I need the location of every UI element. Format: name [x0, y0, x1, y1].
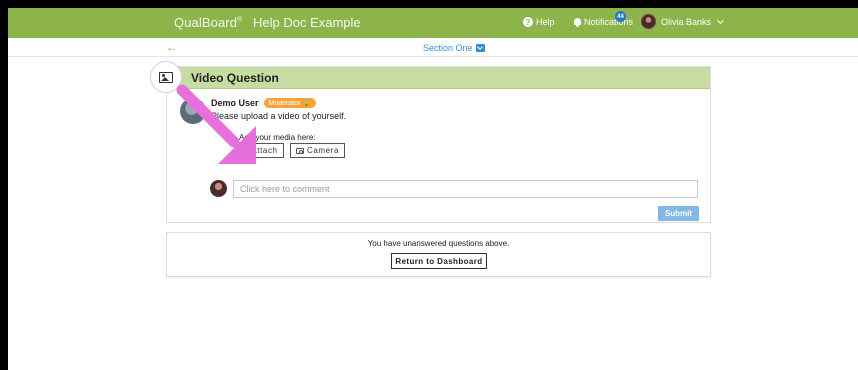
camera-button[interactable]: Camera	[290, 143, 345, 158]
arrow-left-icon[interactable]: ←	[166, 40, 178, 54]
question-title: Video Question	[191, 71, 279, 85]
moderator-badge-label: Moderator	[268, 100, 301, 107]
user-menu[interactable]: Olivia Banks	[641, 14, 725, 29]
user-name: Olivia Banks	[661, 16, 712, 27]
top-navbar: QualBoard® Help Doc Example ? Help Notif…	[8, 8, 858, 38]
submit-button[interactable]: Submit	[658, 206, 699, 221]
camera-label: Camera	[306, 146, 339, 155]
annotation-arrow-icon	[176, 84, 256, 164]
brand-name: QualBoard	[174, 15, 238, 30]
question-circle-icon: ?	[523, 17, 533, 27]
help-label: Help	[536, 17, 555, 27]
project-title: Help Doc Example	[253, 15, 361, 30]
section-title: Section One	[423, 43, 473, 53]
return-to-dashboard-button[interactable]: Return to Dashboard	[391, 253, 487, 269]
notice-text: You have unanswered questions above.	[367, 239, 510, 248]
bell-icon	[573, 17, 582, 27]
caret-down-icon	[475, 44, 485, 52]
section-bar: ← Section One	[8, 38, 858, 57]
image-icon	[159, 71, 173, 83]
comment-input[interactable]	[233, 180, 698, 198]
notifications-count-badge: 44	[615, 11, 626, 22]
user-avatar	[641, 14, 656, 29]
brand-mark: ®	[237, 16, 243, 24]
chevron-down-icon	[716, 16, 725, 24]
app-window: QualBoard® Help Doc Example ? Help Notif…	[8, 8, 858, 370]
camera-icon	[296, 147, 304, 154]
brand-logo[interactable]: QualBoard®	[174, 15, 242, 30]
help-link[interactable]: ? Help	[523, 17, 555, 27]
section-selector[interactable]: Section One	[423, 43, 485, 53]
moderator-badge: Moderator 🔒	[263, 98, 317, 108]
notifications-label: Notifications	[584, 17, 634, 27]
unanswered-notice: You have unanswered questions above. Ret…	[166, 232, 711, 277]
commenter-avatar	[210, 180, 227, 197]
